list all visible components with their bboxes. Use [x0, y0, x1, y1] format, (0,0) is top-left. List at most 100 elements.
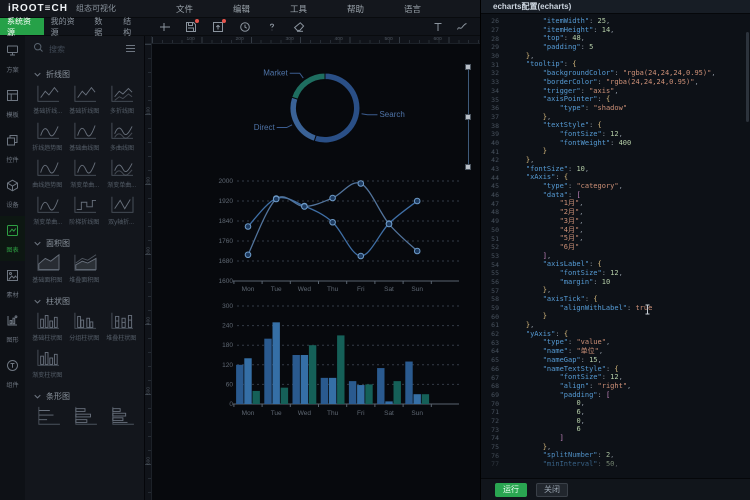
- library-search-row: 搜索: [25, 36, 144, 62]
- section-header-面积图[interactable]: 面积图: [25, 231, 144, 252]
- library-item-基础柱状图[interactable]: 基础柱状图: [29, 310, 66, 342]
- resize-handle[interactable]: [465, 64, 471, 70]
- svg-text:300: 300: [222, 303, 233, 310]
- library-item-堆叠面积图[interactable]: 堆叠面积图: [66, 252, 103, 284]
- rail-item-label: 图形: [6, 334, 18, 344]
- menu-item[interactable]: 帮助: [347, 3, 364, 15]
- graphic-icon: [6, 314, 19, 332]
- component-icon: [6, 359, 19, 377]
- editor-scrollbar[interactable]: [746, 32, 749, 122]
- hamburger-menu-icon[interactable]: [125, 40, 136, 58]
- code-line: 32 "backgroundColor": "rgba(24,24,24,0.9…: [481, 69, 750, 78]
- library-item-堆叠柱状图[interactable]: 堆叠柱状图: [103, 310, 140, 342]
- code-line: 57 },: [481, 286, 750, 295]
- export-icon[interactable]: [212, 21, 224, 33]
- rail-item-label: 图表: [6, 244, 18, 254]
- code-editor[interactable]: 26 "itemWidth": 25,27 "itemHeight": 14,2…: [481, 14, 750, 478]
- tab-系统资源[interactable]: 系统资源: [0, 18, 44, 35]
- donut-chart-widget[interactable]: SearchDirectMarket: [225, 56, 475, 171]
- section-header-柱状图[interactable]: 柱状图: [25, 289, 144, 310]
- code-line: 35 "axisPointer": {: [481, 95, 750, 104]
- svg-text:1680: 1680: [219, 258, 234, 265]
- code-line: 74 ]: [481, 434, 750, 443]
- code-line: 67 "fontSize": 12,: [481, 373, 750, 382]
- library-item-多曲线图[interactable]: 多曲线图: [103, 120, 140, 152]
- help-icon[interactable]: [266, 21, 278, 33]
- code-line: 65 "nameGap": 15,: [481, 356, 750, 365]
- tab-数据[interactable]: 数据: [87, 18, 116, 35]
- section-header-条形图[interactable]: 条形图: [25, 384, 144, 405]
- echarts-config-panel: echarts配置(echarts) 26 "itemWidth": 25,27…: [480, 0, 750, 500]
- close-button[interactable]: 关闭: [536, 483, 568, 497]
- line-chart-widget[interactable]: 160016801760184019202000MonTueWedThuFriS…: [207, 176, 467, 301]
- library-item-分组柱状图[interactable]: 分组柱状图: [66, 310, 103, 342]
- code-line: 27 "itemHeight": 14,: [481, 26, 750, 35]
- code-line: 40 "fontWeight": 400: [481, 139, 750, 148]
- svg-text:0: 0: [229, 401, 233, 408]
- menu-item[interactable]: 语言: [404, 3, 421, 15]
- code-line: 55 "fontSize": 12,: [481, 269, 750, 278]
- resize-handle[interactable]: [465, 114, 471, 120]
- tab-我的资源[interactable]: 我的资源: [44, 18, 88, 35]
- history-icon[interactable]: [239, 21, 251, 33]
- library-item-基础曲线图[interactable]: 基础曲线图: [66, 120, 103, 152]
- menu-item[interactable]: 编辑: [233, 3, 250, 15]
- rail-item-模板[interactable]: 模板: [0, 81, 25, 126]
- library-item-曲线趋势图[interactable]: 曲线趋势图: [29, 157, 66, 189]
- code-line: 37 },: [481, 113, 750, 122]
- run-button[interactable]: 运行: [495, 483, 527, 497]
- tab-结构[interactable]: 结构: [116, 18, 145, 35]
- pie-label-Market: Market: [263, 69, 288, 78]
- line-number: 27: [481, 26, 499, 34]
- section-header-折线图[interactable]: 折线图: [25, 62, 144, 83]
- app-logo: iROOT≡CH: [8, 3, 68, 14]
- rail-item-设备[interactable]: 设备: [0, 171, 25, 216]
- design-canvas[interactable]: 100200300400500600 100200300400500600 Se…: [145, 36, 480, 500]
- library-item-多折线图[interactable]: 多折线图: [103, 83, 140, 115]
- device-icon: [6, 179, 19, 197]
- plus-icon[interactable]: [158, 21, 170, 33]
- library-item-基础折线...[interactable]: 基础折线...: [29, 83, 66, 115]
- rail-item-方案[interactable]: 方案: [0, 36, 25, 81]
- library-item[interactable]: [66, 405, 103, 427]
- save-icon[interactable]: [185, 21, 197, 33]
- library-item-渐变单曲...[interactable]: 渐变单曲...: [29, 194, 66, 226]
- library-item-双y轴折...[interactable]: 双y轴折...: [103, 194, 140, 226]
- library-item-渐变单曲...[interactable]: 渐变单曲...: [103, 157, 140, 189]
- line-number: 61: [481, 321, 499, 329]
- rail-item-组件[interactable]: 组件: [0, 351, 25, 396]
- search-input[interactable]: 搜索: [49, 44, 120, 55]
- line-number: 65: [481, 356, 499, 364]
- library-item-基础折线图[interactable]: 基础折线图: [66, 83, 103, 115]
- resize-handle[interactable]: [465, 164, 471, 170]
- line-number: 36: [481, 104, 499, 112]
- text-icon[interactable]: [432, 21, 444, 33]
- library-item-折线趋势图[interactable]: 折线趋势图: [29, 120, 66, 152]
- rail-item-控件[interactable]: 控件: [0, 126, 25, 171]
- section-title: 折线图: [46, 69, 70, 80]
- rail-item-图形[interactable]: 图形: [0, 306, 25, 351]
- library-item-阶梯折线图[interactable]: 阶梯折线图: [66, 194, 103, 226]
- ruler-label: 500: [384, 36, 392, 41]
- library-item[interactable]: [103, 405, 140, 427]
- ruler-label: 400: [146, 317, 151, 325]
- rail-item-素材[interactable]: 素材: [0, 261, 25, 306]
- chevron-down-icon: [34, 394, 41, 399]
- menu-item[interactable]: 工具: [290, 3, 307, 15]
- line-number: 50: [481, 226, 499, 234]
- draw-icon[interactable]: [456, 21, 468, 33]
- code-line: 43 "fontSize": 10,: [481, 165, 750, 174]
- code-line: 53 ],: [481, 252, 750, 261]
- line-number: 40: [481, 139, 499, 147]
- menu-item[interactable]: 文件: [176, 3, 193, 15]
- library-item-基础面积图[interactable]: 基础面积图: [29, 252, 66, 284]
- svg-text:Mon: Mon: [242, 286, 255, 293]
- rail-item-label: 设备: [6, 199, 18, 209]
- library-item[interactable]: [29, 405, 66, 427]
- library-item-渐变柱状图[interactable]: 渐变柱状图: [29, 347, 66, 379]
- library-item-渐变单曲...[interactable]: 渐变单曲...: [66, 157, 103, 189]
- line-number: 58: [481, 295, 499, 303]
- clear-icon[interactable]: [293, 21, 305, 33]
- rail-item-图表[interactable]: 图表: [0, 216, 25, 261]
- bar-chart-widget[interactable]: 300240180120600MonTueWedThuFriSatSun: [207, 302, 467, 427]
